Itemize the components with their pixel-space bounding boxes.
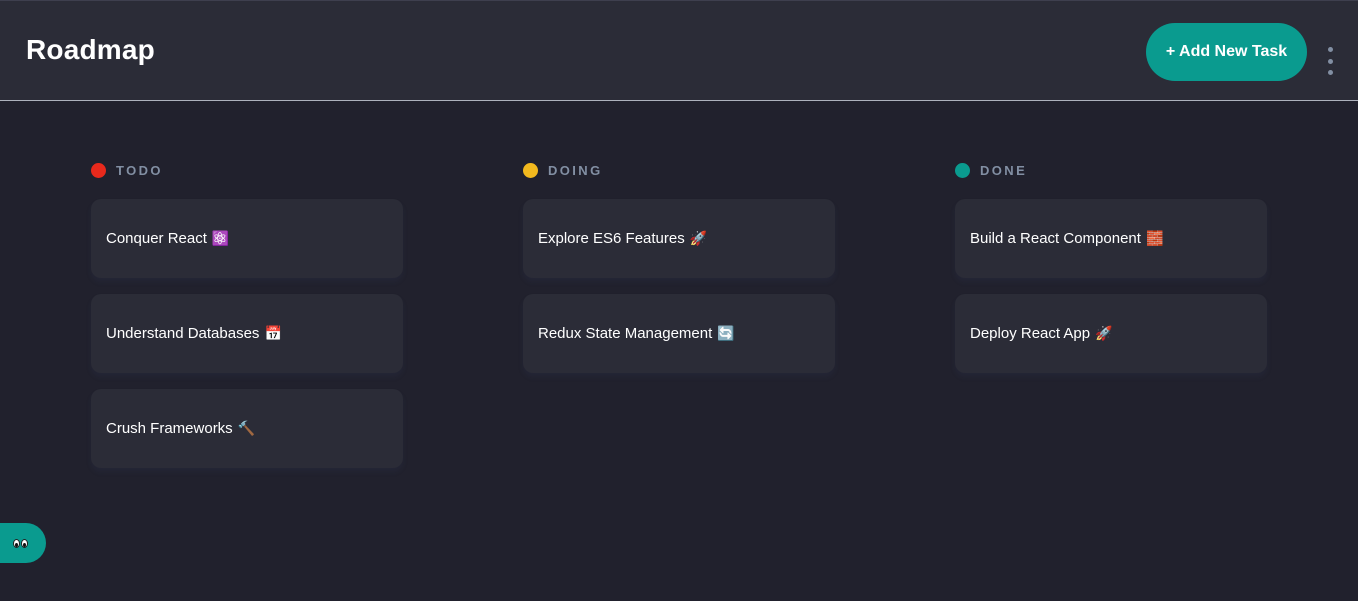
atom-icon: ⚛️ (211, 230, 230, 247)
status-dot-icon (91, 162, 106, 178)
task-title: Understand Databases (106, 325, 260, 342)
dot (1327, 70, 1333, 75)
task-card[interactable]: Conquer React ⚛️ (91, 199, 403, 278)
eyes-icon (12, 538, 28, 548)
column-header: DOING (523, 162, 835, 178)
brick-icon: 🧱 (1145, 230, 1164, 247)
column-done: DONE Build a React Component 🧱 Deploy Re… (955, 162, 1267, 389)
rocket-icon: 🚀 (689, 230, 708, 247)
eye (20, 538, 28, 548)
rocket-icon: 🚀 (1095, 325, 1113, 342)
header: Roadmap + Add New Task (0, 0, 1358, 101)
column-title: TODO (116, 162, 163, 178)
refresh-icon: 🔄 (717, 325, 735, 342)
task-card[interactable]: Understand Databases 📅 (91, 294, 403, 373)
status-dot-icon (523, 162, 538, 178)
dot (1327, 47, 1333, 52)
hammer-icon: 🔨 (237, 420, 256, 437)
show-sidebar-button[interactable] (0, 523, 46, 563)
task-title: Redux State Management (538, 325, 713, 342)
calendar-icon: 📅 (264, 325, 282, 342)
vertical-ellipsis-icon[interactable] (1321, 47, 1339, 75)
task-card[interactable]: Crush Frameworks 🔨 (91, 389, 403, 468)
column-title: DOING (548, 162, 603, 178)
column-title: DONE (980, 162, 1028, 178)
eye (12, 538, 20, 548)
column-doing: DOING Explore ES6 Features 🚀 Redux State… (523, 162, 835, 389)
task-card[interactable]: Redux State Management 🔄 (523, 294, 835, 373)
task-card[interactable]: Explore ES6 Features 🚀 (523, 199, 835, 278)
task-title: Deploy React App (970, 325, 1091, 342)
task-title: Conquer React (106, 230, 207, 247)
column-header: DONE (955, 162, 1267, 178)
task-title: Explore ES6 Features (538, 230, 685, 247)
column-header: TODO (91, 162, 403, 178)
column-todo: TODO Conquer React ⚛️ Understand Databas… (91, 162, 403, 484)
task-title: Build a React Component (970, 230, 1141, 247)
task-card[interactable]: Deploy React App 🚀 (955, 294, 1267, 373)
task-title: Crush Frameworks (106, 420, 233, 437)
status-dot-icon (955, 162, 970, 178)
page-title: Roadmap (26, 34, 155, 65)
add-new-task-button[interactable]: + Add New Task (1146, 23, 1307, 81)
dot (1327, 58, 1333, 64)
task-card[interactable]: Build a React Component 🧱 (955, 199, 1267, 278)
